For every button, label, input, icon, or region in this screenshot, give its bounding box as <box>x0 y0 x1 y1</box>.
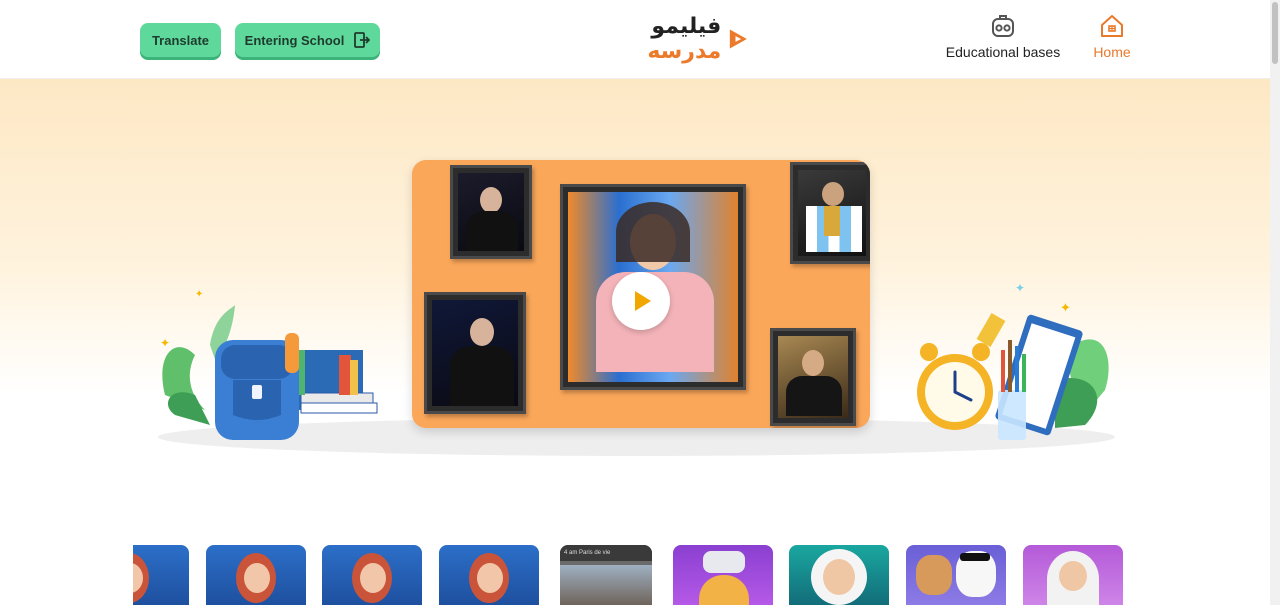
backpack-books-illustration: ✦ ✦ <box>160 289 378 440</box>
nav-home[interactable]: Home <box>1090 12 1134 60</box>
thumb-surprised-woman-4[interactable] <box>439 545 539 605</box>
thumb-hijab-girl[interactable] <box>1023 545 1123 605</box>
thumb-cat-and-dog[interactable] <box>906 545 1006 605</box>
entering-school-button[interactable]: Entering School <box>235 23 380 57</box>
nav-educational-bases[interactable]: Educational bases <box>944 12 1062 60</box>
svg-text:✦: ✦ <box>1060 301 1071 316</box>
nav-label-home: Home <box>1093 44 1131 60</box>
login-icon <box>354 32 371 48</box>
entering-school-label: Entering School <box>244 32 345 48</box>
thumb-paris-caption: 4 am Paris de vie <box>560 545 652 561</box>
page-scrollbar[interactable] <box>1270 0 1280 605</box>
thumb-surprised-woman-3[interactable] <box>322 545 422 605</box>
portrait-frame-1 <box>450 165 532 259</box>
thumb-astronaut-girl[interactable] <box>789 545 889 605</box>
translate-button-label: Translate <box>151 32 210 48</box>
thumb-surprised-woman-2[interactable] <box>206 545 306 605</box>
nav-label-educational-bases: Educational bases <box>945 44 1061 60</box>
thumb-surprised-woman-1[interactable] <box>133 545 189 605</box>
svg-text:✦: ✦ <box>1015 281 1025 295</box>
portrait-frame-4 <box>770 328 856 426</box>
portrait-frame-2 <box>424 292 526 414</box>
logo-text: فیلیمو مدرسه <box>647 14 722 64</box>
video-thumbnails-row: 4 am Paris de vie <box>133 545 1123 605</box>
hero-video-card[interactable] <box>412 160 870 428</box>
svg-text:✦: ✦ <box>195 289 203 300</box>
thumb-paris-video[interactable]: 4 am Paris de vie <box>560 545 652 605</box>
filimo-madreseh-logo[interactable]: فیلیمو مدرسه <box>578 14 750 64</box>
translate-button[interactable]: Translate <box>140 23 221 57</box>
scrollbar-thumb[interactable] <box>1272 2 1278 64</box>
home-icon <box>1101 15 1123 37</box>
top-header: Translate Entering School فیلیمو مدرسه E… <box>0 0 1270 79</box>
play-button[interactable] <box>612 272 670 330</box>
logo-play-icon <box>730 29 748 49</box>
clock-clipboard-illustration: ✦ ✦ <box>917 281 1109 440</box>
play-icon <box>635 291 651 311</box>
portrait-frame-3 <box>790 162 870 264</box>
robot-icon <box>992 15 1014 37</box>
svg-text:✦: ✦ <box>160 336 170 350</box>
thumb-vr-child[interactable] <box>673 545 773 605</box>
